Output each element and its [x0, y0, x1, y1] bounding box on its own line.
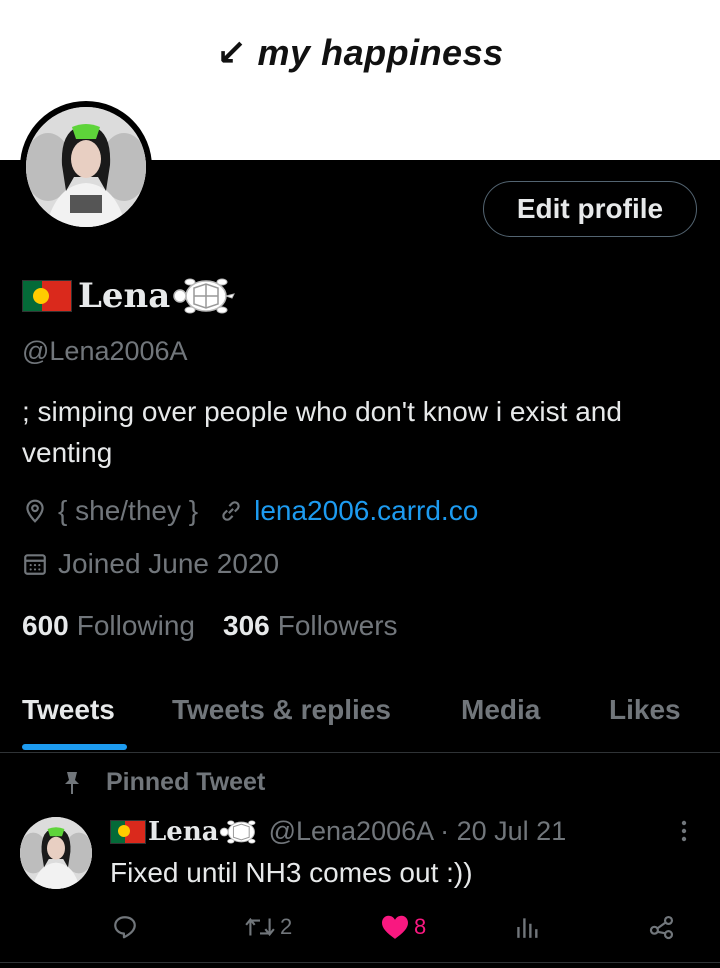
tweet-avatar-image — [20, 817, 92, 889]
analytics-button[interactable] — [514, 914, 540, 940]
tab-media[interactable]: Media — [461, 694, 540, 726]
more-icon[interactable] — [676, 818, 692, 846]
tweet-author-name[interactable]: Lena — [148, 817, 219, 847]
tab-likes[interactable]: Likes — [609, 694, 681, 726]
link-icon — [222, 501, 240, 521]
portugal-flag-emoji — [22, 280, 72, 312]
tab-tweets-and-replies[interactable]: Tweets & replies — [172, 694, 391, 726]
tab-tweets[interactable]: Tweets — [22, 694, 115, 726]
following-count: 600 — [22, 610, 69, 641]
profile-meta-row: { she/they } lena2006.carrd.co — [22, 495, 478, 527]
calendar-icon — [24, 554, 46, 575]
tweet-header: Lena @Lena2006A · 20 Jul 21 — [110, 816, 566, 847]
turtle-emoji — [173, 278, 236, 314]
profile-joined: Joined June 2020 — [58, 548, 280, 579]
reply-icon — [114, 916, 136, 939]
tweet-actions: 2 8 — [0, 908, 720, 948]
display-name-row: Lena — [22, 274, 236, 318]
banner-text: ↙ my happiness — [216, 32, 504, 73]
profile-joined-row: Joined June 2020 — [22, 548, 279, 580]
location-icon — [26, 499, 44, 523]
share-icon — [649, 915, 674, 940]
retweet-icon — [245, 917, 275, 937]
profile-website-link[interactable]: lena2006.carrd.co — [254, 495, 478, 527]
analytics-icon — [517, 918, 538, 938]
profile-stats: 600 Following 306 Followers — [22, 610, 398, 642]
following-label: Following — [76, 610, 195, 641]
followers-link[interactable]: 306 Followers — [223, 610, 398, 642]
profile-avatar[interactable] — [26, 107, 146, 227]
profile-tabs: Tweets Tweets & replies Media Likes — [0, 680, 720, 753]
like-count: 8 — [414, 914, 427, 939]
pinned-label: Pinned Tweet — [106, 768, 266, 796]
retweet-button[interactable]: 2 — [244, 914, 292, 940]
pin-icon — [65, 771, 79, 794]
tweet-text: Fixed until NH3 comes out :)) — [110, 857, 473, 888]
avatar-image — [26, 107, 146, 227]
divider — [0, 962, 720, 963]
reply-button[interactable] — [112, 914, 138, 940]
pinned-tweet-label: Pinned Tweet — [62, 768, 265, 797]
display-name: Lena — [78, 276, 171, 316]
active-tab-indicator — [22, 744, 127, 750]
like-button[interactable]: 8 — [380, 914, 426, 940]
heart-icon — [382, 915, 408, 939]
turtle-emoji — [219, 820, 255, 843]
following-link[interactable]: 600 Following — [22, 610, 195, 642]
retweet-count: 2 — [280, 914, 293, 939]
profile-bio: ; simping over people who don't know i e… — [22, 396, 622, 468]
edit-profile-button[interactable]: Edit profile — [483, 181, 697, 237]
profile-handle: @Lena2006A — [22, 336, 188, 366]
tweet-handle-date: @Lena2006A · 20 Jul 21 — [268, 816, 567, 846]
tweet-avatar[interactable] — [20, 817, 92, 889]
followers-count: 306 — [223, 610, 270, 641]
profile-location: { she/they } — [58, 495, 199, 526]
followers-label: Followers — [277, 610, 398, 641]
share-button[interactable] — [648, 914, 676, 940]
portugal-flag-emoji — [110, 819, 146, 844]
